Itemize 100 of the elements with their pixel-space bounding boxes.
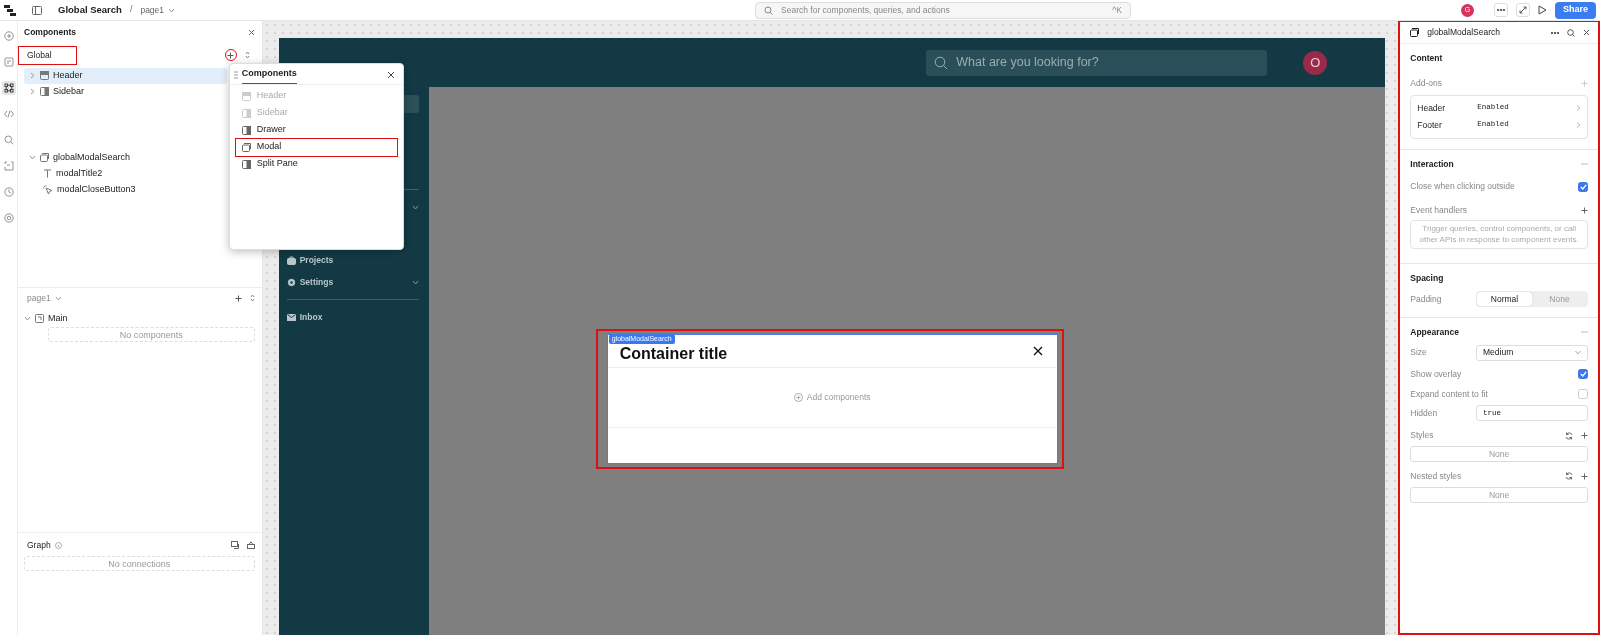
share-button[interactable]: Share bbox=[1555, 1, 1596, 19]
search-icon[interactable] bbox=[2, 133, 16, 147]
scope-label[interactable]: Global bbox=[19, 46, 76, 64]
nav-item[interactable]: Projects bbox=[286, 249, 419, 271]
field-label: Nested styles bbox=[1410, 470, 1462, 483]
chevron-down-icon bbox=[168, 6, 176, 14]
text-icon bbox=[43, 169, 52, 178]
field-label: Hidden bbox=[1410, 406, 1438, 420]
chat-icon bbox=[230, 541, 239, 550]
briefcase-icon bbox=[286, 255, 296, 265]
size-select[interactable]: Medium bbox=[1476, 344, 1588, 361]
empty-state: No connections bbox=[24, 555, 255, 571]
mail-icon bbox=[286, 312, 296, 322]
option-label: Expand content to fit bbox=[1410, 387, 1488, 401]
search-icon bbox=[934, 55, 949, 70]
sort-icon bbox=[244, 51, 250, 60]
sidebar-layout-icon bbox=[40, 87, 49, 96]
collapse-icon bbox=[1581, 162, 1588, 165]
chevron-down-icon bbox=[1575, 350, 1581, 356]
nav-item[interactable]: Settings bbox=[286, 271, 419, 293]
chevron-down-icon bbox=[411, 203, 419, 211]
sidebar-layout-icon bbox=[241, 108, 251, 118]
sidebar-layout-icon bbox=[241, 159, 251, 169]
user-avatar[interactable]: O bbox=[1303, 50, 1328, 75]
window-icon bbox=[40, 153, 49, 162]
window-icon bbox=[1410, 28, 1420, 37]
info-icon bbox=[54, 541, 62, 549]
nav-item[interactable]: Inbox bbox=[286, 306, 419, 328]
chevron-down-icon bbox=[54, 294, 62, 302]
frame-icon bbox=[35, 314, 44, 323]
search-icon bbox=[1567, 28, 1575, 37]
tree-item[interactable]: Main bbox=[24, 310, 255, 327]
page-selector[interactable]: page1 bbox=[27, 294, 62, 303]
section-heading: Appearance bbox=[1410, 326, 1459, 339]
window-icon bbox=[241, 142, 251, 152]
close-icon[interactable] bbox=[1032, 346, 1043, 356]
checkbox[interactable] bbox=[1578, 369, 1588, 380]
empty-state: No components bbox=[48, 326, 255, 342]
collapse-icon bbox=[1581, 331, 1588, 334]
search-icon bbox=[764, 5, 773, 15]
tree-item[interactable]: Header bbox=[24, 67, 227, 84]
chevron-right-icon bbox=[1576, 122, 1581, 128]
close-icon bbox=[1583, 29, 1590, 36]
app-title: Global Search bbox=[58, 2, 122, 17]
modal-title: Container title bbox=[619, 344, 728, 364]
field-label: Add-ons bbox=[1410, 76, 1442, 90]
more-icon[interactable] bbox=[1494, 3, 1508, 17]
chevron-right-icon bbox=[1576, 105, 1581, 111]
checkbox[interactable] bbox=[1578, 388, 1588, 399]
add-icon[interactable] bbox=[234, 294, 242, 302]
chevron-down-icon bbox=[24, 315, 31, 322]
option-label: Show overlay bbox=[1410, 367, 1462, 381]
field-label: Padding bbox=[1410, 292, 1442, 306]
tree-item[interactable]: Sidebar bbox=[24, 83, 227, 100]
drag-handle-icon bbox=[233, 71, 238, 80]
breadcrumb-separator: / bbox=[129, 3, 133, 17]
popup-title: Components bbox=[241, 67, 297, 84]
header-layout-icon bbox=[241, 91, 251, 101]
play-icon[interactable] bbox=[1538, 5, 1547, 15]
header-layout-icon bbox=[40, 71, 49, 80]
empty-hint: Trigger queries, control components, or call other APIs in response to component events. bbox=[1410, 219, 1588, 250]
field-label: Event handlers bbox=[1410, 204, 1467, 217]
components-icon[interactable] bbox=[2, 81, 16, 95]
section-heading: Content bbox=[1410, 52, 1444, 65]
option-label: Close when clicking outside bbox=[1410, 180, 1515, 193]
checkbox[interactable] bbox=[1578, 181, 1588, 192]
chevron-right-icon bbox=[29, 72, 36, 79]
command-search-field[interactable]: Search for components, queries, and actions ^K bbox=[755, 1, 1131, 19]
add-icon[interactable] bbox=[1581, 472, 1588, 480]
field-label: Styles bbox=[1410, 429, 1434, 443]
shortcut-hint: ^K bbox=[1112, 3, 1122, 17]
graph-title: Graph bbox=[27, 539, 51, 552]
code-icon[interactable] bbox=[2, 107, 16, 121]
page-selector[interactable]: page1 bbox=[140, 5, 176, 15]
gear-icon bbox=[286, 277, 296, 287]
field-label: Size bbox=[1410, 346, 1427, 360]
add-icon[interactable] bbox=[1581, 206, 1588, 214]
refresh-icon bbox=[1565, 431, 1573, 440]
popup-menu-item[interactable]: Drawer bbox=[235, 121, 397, 139]
sidebar-layout-icon bbox=[241, 125, 251, 135]
app-search-field[interactable]: What are you looking for? bbox=[926, 49, 1268, 76]
segment-option[interactable]: Normal bbox=[1477, 292, 1532, 307]
cursor-click-icon bbox=[43, 184, 53, 195]
section-heading: Spacing bbox=[1410, 272, 1445, 286]
sort-icon bbox=[249, 294, 255, 303]
close-icon[interactable] bbox=[386, 71, 395, 80]
more-icon bbox=[1551, 31, 1559, 34]
lock-icon bbox=[246, 541, 255, 550]
inspector-title: globalModalSearch bbox=[1427, 26, 1502, 39]
panel-title: Components bbox=[24, 26, 76, 39]
tree-item[interactable]: modalCloseButton3 bbox=[24, 181, 255, 198]
add-circle-icon bbox=[793, 393, 803, 402]
expand-icon[interactable] bbox=[1516, 3, 1530, 17]
sidebar-toggle-icon[interactable] bbox=[32, 5, 42, 15]
settings-icon[interactable] bbox=[2, 211, 16, 225]
add-icon[interactable] bbox=[1581, 432, 1588, 440]
chevron-right-icon bbox=[29, 88, 36, 95]
app-logo-icon bbox=[4, 4, 16, 16]
section-heading: Interaction bbox=[1410, 157, 1454, 171]
refresh-icon bbox=[1565, 472, 1573, 481]
